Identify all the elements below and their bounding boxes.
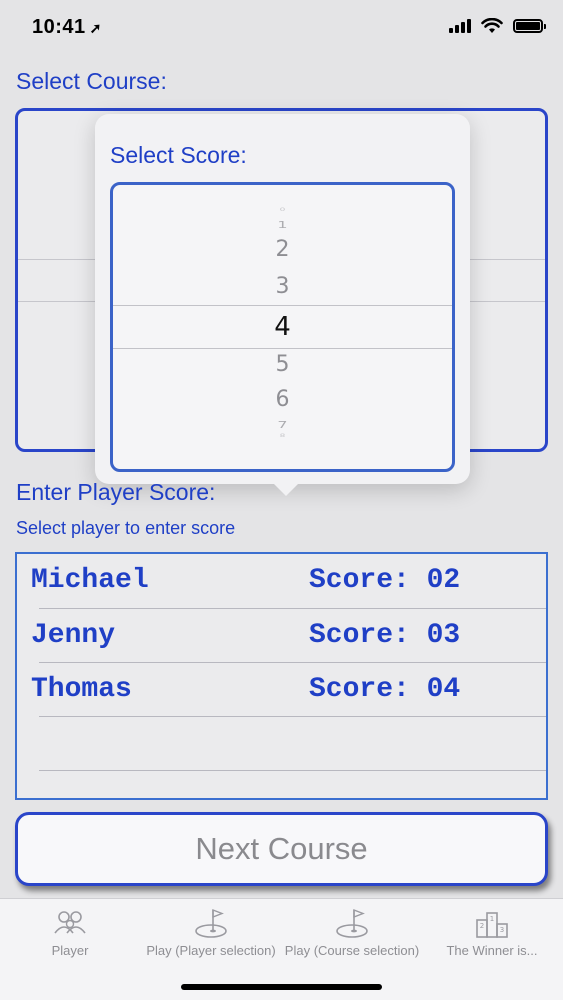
wheel-item[interactable]: 8	[113, 434, 452, 439]
players-table: Michael Score: 02 Jenny Score: 03 Thomas…	[15, 552, 548, 800]
tab-label: Play (Course selection)	[284, 943, 420, 958]
table-row[interactable]: Michael Score: 02	[17, 554, 546, 608]
player-score: Score: 02	[309, 565, 461, 596]
table-row[interactable]: Jenny Score: 03	[17, 609, 546, 663]
enter-player-score-label: Enter Player Score:	[16, 479, 216, 505]
wheel-item[interactable]: 0	[113, 208, 452, 213]
next-course-label: Next Course	[195, 831, 368, 866]
svg-text:2: 2	[480, 922, 484, 930]
tab-play-course-selection[interactable]: Play (Course selection)	[282, 907, 422, 958]
player-name: Michael	[31, 565, 149, 596]
home-indicator	[181, 984, 382, 990]
status-icons	[449, 18, 546, 34]
tab-play-player-selection[interactable]: Play (Player selection)	[141, 907, 281, 958]
golf-hole-icon	[336, 908, 368, 938]
select-course-label: Select Course:	[16, 68, 167, 94]
wheel-item[interactable]: 5	[113, 352, 452, 377]
tab-label: Player	[51, 943, 89, 958]
wheel-item-selected[interactable]: 4	[113, 312, 452, 342]
cellular-signal-icon	[449, 19, 471, 33]
popover-arrow	[270, 480, 302, 496]
wheel-item[interactable]: 1	[113, 219, 452, 230]
select-score-title: Select Score:	[110, 142, 247, 168]
status-bar: 10:41 ➚	[0, 0, 563, 56]
wifi-icon	[481, 18, 503, 33]
wheel-item[interactable]: 3	[113, 274, 452, 299]
svg-text:1: 1	[490, 915, 494, 923]
podium-icon: 1 2 3	[476, 912, 508, 938]
player-name: Jenny	[31, 620, 116, 651]
tab-label: The Winner is...	[446, 943, 538, 958]
wheel-item[interactable]: 6	[113, 387, 452, 412]
score-picker-wheel[interactable]: 0 1 2 3 4 5 6 7 8	[110, 182, 455, 472]
time-text: 10:41	[32, 16, 86, 38]
tab-the-winner[interactable]: 1 2 3 The Winner is...	[422, 907, 562, 958]
status-time: 10:41 ➚	[32, 16, 102, 39]
row-divider	[39, 770, 546, 771]
table-row-empty[interactable]	[17, 717, 546, 771]
battery-icon	[513, 19, 546, 33]
wheel-item[interactable]: 7	[113, 419, 452, 430]
player-score: Score: 03	[309, 620, 461, 651]
golf-hole-icon	[195, 908, 227, 938]
players-icon	[54, 911, 86, 934]
table-row[interactable]: Thomas Score: 04	[17, 663, 546, 717]
wheel-item[interactable]: 2	[113, 237, 452, 262]
svg-text:3: 3	[500, 926, 504, 934]
next-course-button[interactable]: Next Course	[15, 812, 548, 886]
player-name: Thomas	[31, 674, 132, 705]
select-player-hint: Select player to enter score	[16, 518, 236, 538]
location-arrow-icon: ➚	[89, 20, 102, 36]
tab-player[interactable]: Player	[0, 907, 140, 958]
player-score: Score: 04	[309, 674, 461, 705]
tab-label: Play (Player selection)	[146, 943, 276, 958]
